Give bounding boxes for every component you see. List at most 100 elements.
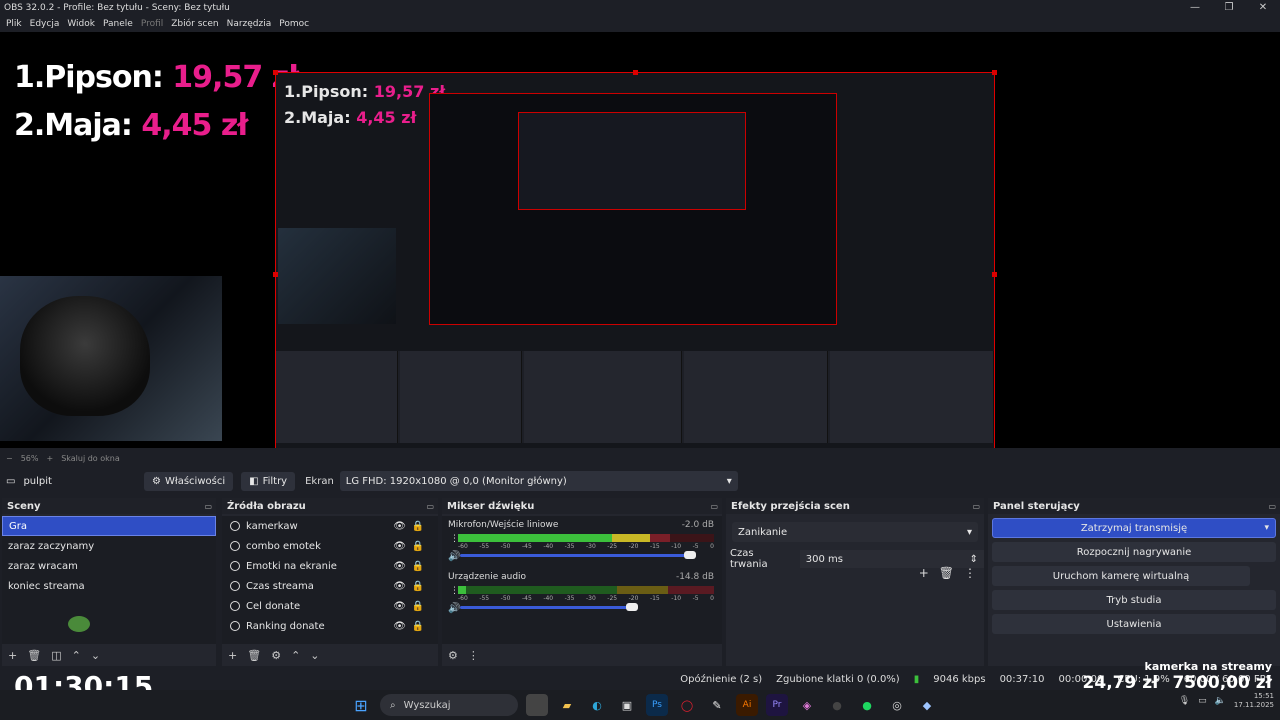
eye-icon[interactable]: 👁 xyxy=(393,541,406,552)
menu-profile[interactable]: Profil xyxy=(141,19,163,29)
undock-icon[interactable]: ▭ xyxy=(972,502,980,511)
task-view-icon[interactable] xyxy=(526,694,548,716)
gear-icon[interactable]: ⚙ xyxy=(271,649,281,662)
more-icon[interactable]: ⋮ xyxy=(964,566,976,580)
photos-icon[interactable]: ◈ xyxy=(796,694,818,716)
menu-scene-collection[interactable]: Zbiór scen xyxy=(171,19,218,29)
menu-docks[interactable]: Panele xyxy=(103,19,133,29)
preview-canvas[interactable]: 1.Pipson: 19,57 zł 2.Maja: 4,45 zł 1.Pip… xyxy=(0,32,1280,448)
scene-item[interactable]: zaraz zaczynamy xyxy=(2,536,216,556)
menu-help[interactable]: Pomoc xyxy=(279,19,309,29)
webcam-feed[interactable] xyxy=(0,276,222,441)
eye-icon[interactable]: 👁 xyxy=(393,601,406,612)
undock-icon[interactable]: ▭ xyxy=(204,502,212,511)
photoshop-icon[interactable]: Ps xyxy=(646,694,668,716)
add-icon[interactable]: + xyxy=(228,649,237,662)
settings-icon[interactable]: ⚙ xyxy=(448,649,458,662)
lock-icon[interactable]: 🔒 xyxy=(412,601,424,612)
microphone-icon[interactable]: 🎙 xyxy=(1179,696,1190,706)
screen-select[interactable]: LG FHD: 1920x1080 @ 0,0 (Monitor główny)… xyxy=(339,471,738,491)
menu-tools[interactable]: Narzędzia xyxy=(227,19,272,29)
properties-button[interactable]: ⚙ Właściwości xyxy=(144,471,234,491)
eye-icon[interactable]: 👁 xyxy=(393,561,406,572)
transition-select[interactable]: Zanikanie ▾ xyxy=(732,522,978,542)
start-recording-button[interactable]: Rozpocznij nagrywanie xyxy=(992,542,1276,562)
speaker-icon[interactable]: 🔊 xyxy=(448,551,460,562)
filters-button[interactable]: ◧ Filtry xyxy=(241,471,296,491)
undock-icon[interactable]: ▭ xyxy=(710,502,718,511)
resize-handle[interactable] xyxy=(992,272,997,277)
resize-handle[interactable] xyxy=(633,70,638,75)
scene-item[interactable]: zaraz wracam xyxy=(2,556,216,576)
add-icon[interactable]: + xyxy=(919,566,929,580)
volume-slider[interactable] xyxy=(460,603,638,611)
resize-handle[interactable] xyxy=(992,70,997,75)
store-icon[interactable]: ▣ xyxy=(616,694,638,716)
spotify-icon[interactable]: ● xyxy=(856,694,878,716)
illustrator-icon[interactable]: Ai xyxy=(736,694,758,716)
blank-app-icon[interactable]: ● xyxy=(826,694,848,716)
settings-button[interactable]: Ustawienia xyxy=(992,614,1276,634)
edge-icon[interactable]: ◐ xyxy=(586,694,608,716)
speaker-icon[interactable]: 🔊 xyxy=(448,603,460,614)
close-button[interactable]: ✕ xyxy=(1246,0,1280,16)
arrow-up-icon[interactable]: ⌃ xyxy=(291,649,300,662)
trash-icon[interactable]: 🗑 xyxy=(247,649,261,662)
minimize-button[interactable]: — xyxy=(1178,0,1212,16)
zoom-out-icon[interactable]: − xyxy=(6,454,13,463)
add-icon[interactable]: + xyxy=(8,649,17,662)
eye-icon[interactable]: 👁 xyxy=(393,581,406,592)
scene-item[interactable]: koniec streama xyxy=(2,576,216,596)
lock-icon[interactable]: 🔒 xyxy=(412,541,424,552)
folder-icon[interactable]: ▰ xyxy=(556,694,578,716)
volume-slider[interactable] xyxy=(460,551,696,559)
spin-icon[interactable]: ⇕ xyxy=(970,554,978,565)
volume-icon[interactable]: 🔈 xyxy=(1215,696,1226,706)
trash-icon[interactable]: 🗑 xyxy=(27,649,41,662)
arrow-down-icon[interactable]: ⌄ xyxy=(91,649,100,662)
menu-view[interactable]: Widok xyxy=(67,19,95,29)
source-item[interactable]: Ranking donate 👁 🔒 xyxy=(222,616,438,636)
screen-capture-source[interactable]: 1.Pipson: 19,57 zł 2.Maja: 4,45 zł 01:30… xyxy=(273,70,997,448)
arrow-down-icon[interactable]: ⌄ xyxy=(310,649,319,662)
fit-to-window[interactable]: Skaluj do okna xyxy=(61,454,120,463)
lock-icon[interactable]: 🔒 xyxy=(412,581,424,592)
slider-knob[interactable] xyxy=(684,551,696,559)
premiere-icon[interactable]: Pr xyxy=(766,694,788,716)
undock-icon[interactable]: ▭ xyxy=(426,502,434,511)
undock-icon[interactable]: ▭ xyxy=(1268,502,1276,511)
maximize-button[interactable]: ❐ xyxy=(1212,0,1246,16)
windows-start-icon[interactable]: ⊞ xyxy=(350,694,372,716)
source-item[interactable]: Czas streama 👁 🔒 xyxy=(222,576,438,596)
studio-mode-button[interactable]: Tryb studia xyxy=(992,590,1276,610)
source-item[interactable]: combo emotek 👁 🔒 xyxy=(222,536,438,556)
menu-file[interactable]: Plik xyxy=(6,19,22,29)
resize-handle[interactable] xyxy=(273,70,278,75)
taskbar-search[interactable]: ⌕ Wyszukaj xyxy=(380,694,518,716)
lock-icon[interactable]: 🔒 xyxy=(412,521,424,532)
filter-icon[interactable]: ◫ xyxy=(51,649,61,662)
clock[interactable]: 15:51 17.11.2025 xyxy=(1234,692,1274,710)
scene-item[interactable]: Gra xyxy=(2,516,216,536)
stop-stream-button[interactable]: Zatrzymaj transmisję ▾ xyxy=(992,518,1276,538)
arrow-up-icon[interactable]: ⌃ xyxy=(72,649,81,662)
capcut-icon[interactable]: ✎ xyxy=(706,694,728,716)
virtual-camera-button[interactable]: Uruchom kamerę wirtualną xyxy=(992,566,1250,586)
source-item[interactable]: kamerkaw 👁 🔒 xyxy=(222,516,438,536)
menu-edit[interactable]: Edycja xyxy=(30,19,60,29)
eye-icon[interactable]: 👁 xyxy=(393,521,406,532)
slider-knob[interactable] xyxy=(626,603,638,611)
source-item[interactable]: Cel donate 👁 🔒 xyxy=(222,596,438,616)
chevron-down-icon[interactable]: ▾ xyxy=(1264,523,1269,533)
more-icon[interactable]: ⋮ xyxy=(468,649,479,662)
zoom-in-icon[interactable]: + xyxy=(46,454,53,463)
steam-icon[interactable]: ◆ xyxy=(916,694,938,716)
lock-icon[interactable]: 🔒 xyxy=(412,621,424,632)
eye-icon[interactable]: 👁 xyxy=(393,621,406,632)
lock-icon[interactable]: 🔒 xyxy=(412,561,424,572)
obs-icon[interactable]: ◎ xyxy=(886,694,908,716)
source-item[interactable]: Emotki na ekranie 👁 🔒 xyxy=(222,556,438,576)
network-icon[interactable]: ▭ xyxy=(1198,696,1207,706)
trash-icon[interactable]: 🗑 xyxy=(939,566,954,580)
opera-icon[interactable]: ◯ xyxy=(676,694,698,716)
